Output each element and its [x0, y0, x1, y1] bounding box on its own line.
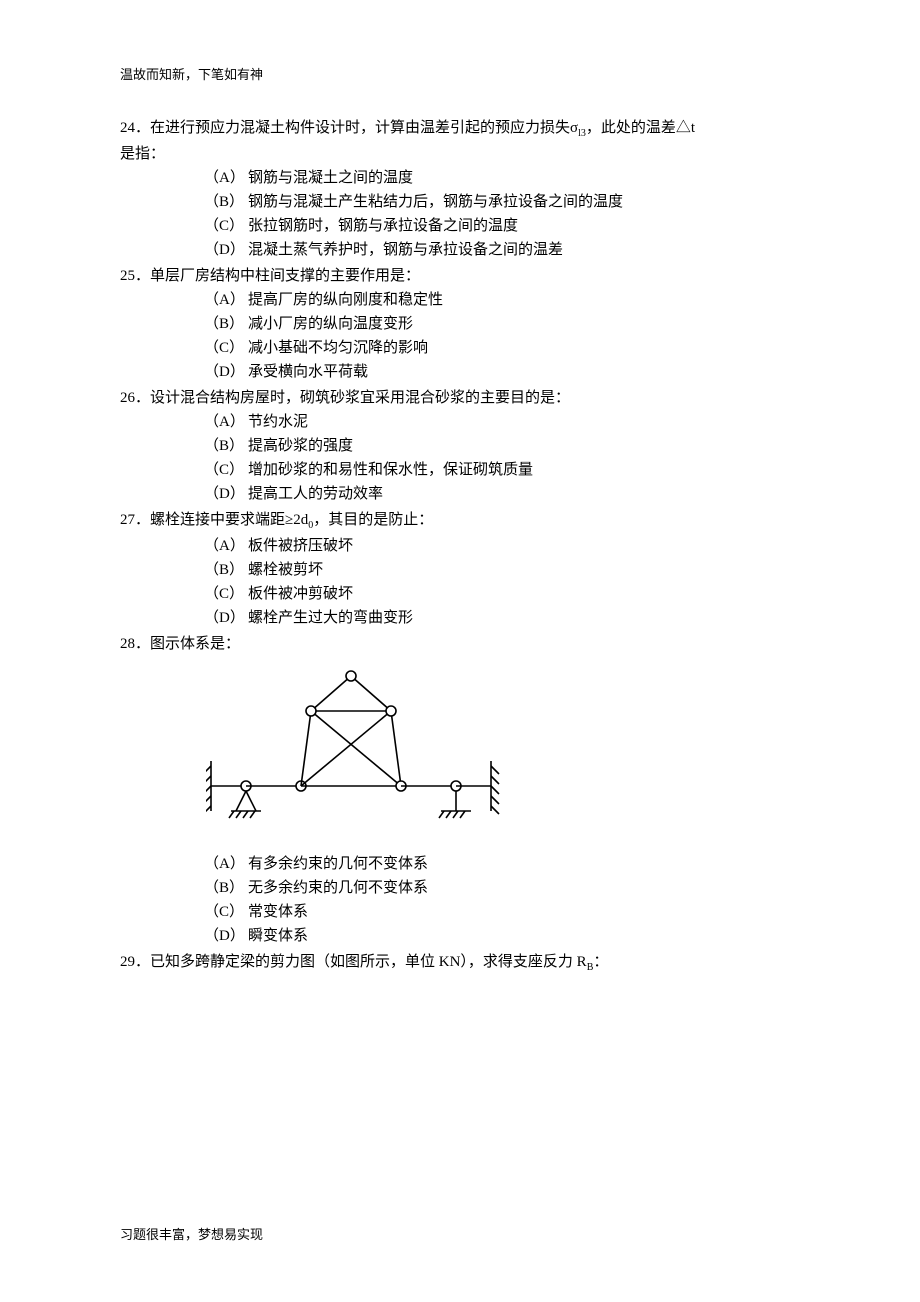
question-25: 25．单层厂房结构中柱间支撑的主要作用是： （A）提高厂房的纵向刚度和稳定性 （…	[120, 264, 800, 384]
q24-option-c: （C）张拉钢筋时，钢筋与承拉设备之间的温度	[204, 214, 800, 238]
q26-c-text: 增加砂浆的和易性和保水性，保证砌筑质量	[248, 462, 533, 478]
q24-d-text: 混凝土蒸气养护时，钢筋与承拉设备之间的温差	[248, 242, 563, 258]
q24-c-text: 张拉钢筋时，钢筋与承拉设备之间的温度	[248, 218, 518, 234]
opt-label-c: （C）	[204, 458, 248, 482]
q24-sub: l3	[578, 128, 586, 139]
q28-a-text: 有多余约束的几何不变体系	[248, 856, 428, 872]
opt-label-b: （B）	[204, 190, 248, 214]
opt-label-c: （C）	[204, 336, 248, 360]
q28-options: （A）有多余约束的几何不变体系 （B）无多余约束的几何不变体系 （C）常变体系 …	[204, 852, 800, 948]
q25-num: 25	[120, 268, 135, 284]
question-28-stem: 28．图示体系是：	[120, 632, 800, 656]
q24-stem-pre: ．在进行预应力混凝土构件设计时，计算由温差引起的预应力损失σ	[135, 120, 578, 136]
opt-label-c: （C）	[204, 582, 248, 606]
q28-stem: ．图示体系是：	[135, 636, 240, 652]
truss-diagram-icon	[206, 666, 506, 836]
q24-stem-mid: ，此处的温差△t	[586, 120, 695, 136]
question-29-stem: 29．已知多跨静定梁的剪力图（如图所示，单位 KN），求得支座反力 RB：	[120, 950, 800, 976]
question-26-stem: 26．设计混合结构房屋时，砌筑砂浆宜采用混合砂浆的主要目的是：	[120, 386, 800, 410]
q24-a-text: 钢筋与混凝土之间的温度	[248, 170, 413, 186]
opt-label-d: （D）	[204, 606, 248, 630]
opt-label-b: （B）	[204, 558, 248, 582]
question-27: 27．螺栓连接中要求端距≥2d0，其目的是防止： （A）板件被挤压破坏 （B）螺…	[120, 508, 800, 630]
question-26: 26．设计混合结构房屋时，砌筑砂浆宜采用混合砂浆的主要目的是： （A）节约水泥 …	[120, 386, 800, 506]
q27-a-text: 板件被挤压破坏	[248, 538, 353, 554]
q27-stem-pre: ．螺栓连接中要求端距≥2d	[135, 512, 308, 528]
q28-figure	[206, 666, 800, 844]
opt-label-a: （A）	[204, 166, 248, 190]
q26-b-text: 提高砂浆的强度	[248, 438, 353, 454]
q28-b-text: 无多余约束的几何不变体系	[248, 880, 428, 896]
q28-option-a: （A）有多余约束的几何不变体系	[204, 852, 800, 876]
q26-option-b: （B）提高砂浆的强度	[204, 434, 800, 458]
q24-option-d: （D）混凝土蒸气养护时，钢筋与承拉设备之间的温差	[204, 238, 800, 262]
opt-label-b: （B）	[204, 312, 248, 336]
question-25-stem: 25．单层厂房结构中柱间支撑的主要作用是：	[120, 264, 800, 288]
opt-label-a: （A）	[204, 852, 248, 876]
footer-note: 习题很丰富，梦想易实现	[120, 1225, 263, 1246]
q24-option-b: （B）钢筋与混凝土产生粘结力后，钢筋与承拉设备之间的温度	[204, 190, 800, 214]
q25-d-text: 承受横向水平荷载	[248, 364, 368, 380]
q24-option-a: （A）钢筋与混凝土之间的温度	[204, 166, 800, 190]
opt-label-d: （D）	[204, 238, 248, 262]
question-24-stem: 24．在进行预应力混凝土构件设计时，计算由温差引起的预应力损失σl3，此处的温差…	[120, 116, 800, 166]
question-29: 29．已知多跨静定梁的剪力图（如图所示，单位 KN），求得支座反力 RB：	[120, 950, 800, 976]
q24-num: 24	[120, 120, 135, 136]
q26-option-a: （A）节约水泥	[204, 410, 800, 434]
opt-label-c: （C）	[204, 900, 248, 924]
q26-a-text: 节约水泥	[248, 414, 308, 430]
q25-option-c: （C）减小基础不均匀沉降的影响	[204, 336, 800, 360]
q26-option-c: （C）增加砂浆的和易性和保水性，保证砌筑质量	[204, 458, 800, 482]
q28-d-text: 瞬变体系	[248, 928, 308, 944]
opt-label-a: （A）	[204, 534, 248, 558]
q29-num: 29	[120, 954, 135, 970]
q24-stem-line2: 是指：	[120, 142, 800, 166]
q27-stem-mid: ，其目的是防止：	[313, 512, 433, 528]
q27-options: （A）板件被挤压破坏 （B）螺栓被剪坏 （C）板件被冲剪破坏 （D）螺栓产生过大…	[204, 534, 800, 630]
q27-option-c: （C）板件被冲剪破坏	[204, 582, 800, 606]
q27-option-d: （D）螺栓产生过大的弯曲变形	[204, 606, 800, 630]
q29-stem-mid: ：	[593, 954, 608, 970]
q27-c-text: 板件被冲剪破坏	[248, 586, 353, 602]
q28-c-text: 常变体系	[248, 904, 308, 920]
q25-c-text: 减小基础不均匀沉降的影响	[248, 340, 428, 356]
opt-label-b: （B）	[204, 876, 248, 900]
q28-num: 28	[120, 636, 135, 652]
opt-label-a: （A）	[204, 410, 248, 434]
q27-d-text: 螺栓产生过大的弯曲变形	[248, 610, 413, 626]
q24-b-text: 钢筋与混凝土产生粘结力后，钢筋与承拉设备之间的温度	[248, 194, 623, 210]
question-28: 28．图示体系是：	[120, 632, 800, 948]
q25-options: （A）提高厂房的纵向刚度和稳定性 （B）减小厂房的纵向温度变形 （C）减小基础不…	[204, 288, 800, 384]
q25-option-b: （B）减小厂房的纵向温度变形	[204, 312, 800, 336]
opt-label-c: （C）	[204, 214, 248, 238]
q26-num: 26	[120, 390, 135, 406]
q28-option-b: （B）无多余约束的几何不变体系	[204, 876, 800, 900]
q27-b-text: 螺栓被剪坏	[248, 562, 323, 578]
question-24: 24．在进行预应力混凝土构件设计时，计算由温差引起的预应力损失σl3，此处的温差…	[120, 116, 800, 262]
header-note: 温故而知新，下笔如有神	[120, 65, 800, 86]
opt-label-d: （D）	[204, 924, 248, 948]
q26-stem: ．设计混合结构房屋时，砌筑砂浆宜采用混合砂浆的主要目的是：	[135, 390, 570, 406]
q26-option-d: （D）提高工人的劳动效率	[204, 482, 800, 506]
q28-option-c: （C）常变体系	[204, 900, 800, 924]
opt-label-b: （B）	[204, 434, 248, 458]
q27-option-b: （B）螺栓被剪坏	[204, 558, 800, 582]
q29-stem-pre: ．已知多跨静定梁的剪力图（如图所示，单位 KN），求得支座反力 R	[135, 954, 587, 970]
q25-option-a: （A）提高厂房的纵向刚度和稳定性	[204, 288, 800, 312]
q24-options: （A）钢筋与混凝土之间的温度 （B）钢筋与混凝土产生粘结力后，钢筋与承拉设备之间…	[204, 166, 800, 262]
q27-option-a: （A）板件被挤压破坏	[204, 534, 800, 558]
q25-b-text: 减小厂房的纵向温度变形	[248, 316, 413, 332]
q25-a-text: 提高厂房的纵向刚度和稳定性	[248, 292, 443, 308]
q26-d-text: 提高工人的劳动效率	[248, 486, 383, 502]
opt-label-a: （A）	[204, 288, 248, 312]
q25-option-d: （D）承受横向水平荷载	[204, 360, 800, 384]
q27-num: 27	[120, 512, 135, 528]
opt-label-d: （D）	[204, 360, 248, 384]
q26-options: （A）节约水泥 （B）提高砂浆的强度 （C）增加砂浆的和易性和保水性，保证砌筑质…	[204, 410, 800, 506]
q28-option-d: （D）瞬变体系	[204, 924, 800, 948]
q25-stem: ．单层厂房结构中柱间支撑的主要作用是：	[135, 268, 420, 284]
opt-label-d: （D）	[204, 482, 248, 506]
question-27-stem: 27．螺栓连接中要求端距≥2d0，其目的是防止：	[120, 508, 800, 534]
